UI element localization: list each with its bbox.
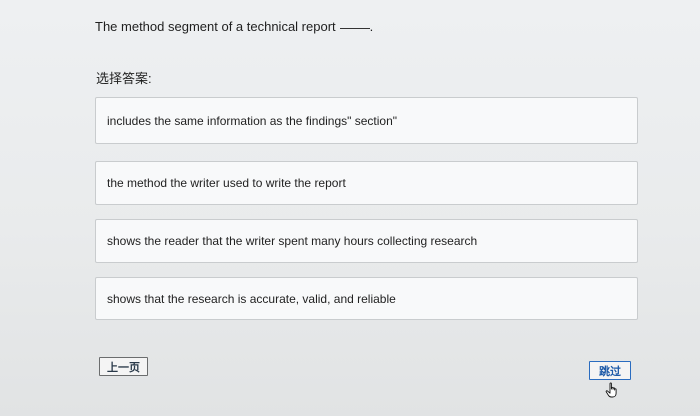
quiz-page: The method segment of a technical report…	[0, 0, 700, 416]
answer-option-4[interactable]: shows that the research is accurate, val…	[95, 277, 638, 320]
answer-option-label: includes the same information as the fin…	[107, 113, 398, 128]
answer-option-2[interactable]: the method the writer used to write the …	[95, 161, 638, 205]
question-label: The method segment of a technical report	[95, 19, 336, 34]
answer-option-label: shows that the research is accurate, val…	[107, 291, 396, 306]
answer-blank	[339, 28, 370, 29]
previous-page-button[interactable]: 上一页	[99, 357, 148, 376]
answer-option-label: shows the reader that the writer spent m…	[107, 234, 478, 248]
question-text: The method segment of a technical report…	[95, 19, 373, 34]
select-answer-label: 选择答案:	[96, 71, 152, 86]
answer-option-3[interactable]: shows the reader that the writer spent m…	[95, 219, 638, 263]
skip-button[interactable]: 跳过	[589, 361, 631, 380]
answer-option-label: the method the writer used to write the …	[107, 176, 346, 190]
hand-pointer-icon	[605, 382, 617, 398]
question-period: .	[369, 19, 374, 34]
answer-option-1[interactable]: includes the same information as the fin…	[95, 97, 638, 144]
